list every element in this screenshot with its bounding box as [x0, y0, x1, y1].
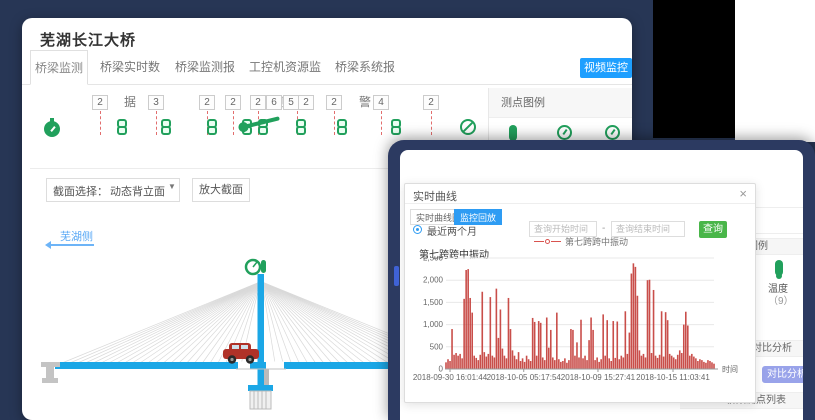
legend-marker-icon: [545, 239, 550, 244]
svg-text:2,500: 2,500: [423, 256, 444, 263]
stopwatch-icon: [44, 121, 60, 137]
range-separator: -: [602, 223, 605, 234]
scrollbar-thumb[interactable]: [394, 266, 399, 286]
tab-monitor-report[interactable]: 桥梁监测报告: [170, 50, 240, 85]
thermometer-icon: [261, 260, 266, 273]
sensor-count-badge: 2: [423, 95, 439, 110]
tab-system-alarm[interactable]: 桥梁系统报警: [330, 50, 400, 85]
vibration-chart: 05001,0001,5002,0002,5002018-09-30 16:01…: [405, 256, 757, 388]
sensor-count-badge: 2: [225, 95, 241, 110]
chain-link-icon: [161, 119, 171, 135]
video-monitor-button[interactable]: 视频监控: [580, 58, 632, 78]
tab-bridge-monitoring[interactable]: 桥梁监测: [30, 50, 88, 85]
sensor-count-badge: 5: [283, 95, 299, 110]
page-title: 芜湖长江大桥: [40, 29, 136, 50]
radio-last-two-months[interactable]: [413, 225, 422, 234]
sensor-count-badge: 2: [199, 95, 215, 110]
svg-text:2018-10-15 11:03:41: 2018-10-15 11:03:41: [636, 373, 710, 382]
chart-legend: 第七跨跨中振动: [405, 236, 757, 246]
chain-link-icon: [337, 119, 347, 135]
car: [223, 343, 259, 364]
dashed-line: [156, 111, 157, 135]
svg-text:时间: 时间: [722, 364, 738, 374]
dashed-line: [233, 111, 234, 135]
svg-text:2,000: 2,000: [423, 276, 444, 285]
divider: [405, 203, 755, 204]
enlarge-section-button[interactable]: 放大截面: [192, 178, 250, 202]
sensor-count-badge: 3: [148, 95, 164, 110]
sensor-count-badge: 2: [92, 95, 108, 110]
bridge-tower: [258, 274, 265, 387]
section-select-label: 截面选择：: [53, 183, 108, 199]
tab-realtime-data[interactable]: 桥梁实时数据: [95, 50, 165, 85]
chain-link-icon: [296, 119, 306, 135]
close-icon[interactable]: ×: [739, 186, 747, 201]
svg-text:500: 500: [430, 342, 444, 351]
realtime-curve-modal: 实时曲线 × 实时曲线图 监控回放 最近两个月 - 查询 第七跨跨中振动 第七跨…: [404, 183, 756, 403]
svg-text:2018-10-09 15:27:41: 2018-10-09 15:27:41: [561, 373, 636, 382]
tab-ipc-resource[interactable]: 工控机资源监测: [245, 50, 325, 85]
thermometer-icon: [509, 125, 517, 141]
chain-link-icon: [391, 119, 401, 135]
prohibition-icon: [460, 119, 476, 135]
sensor-count-badge: 2: [326, 95, 342, 110]
thermometer-icon: [775, 260, 783, 276]
pier-cap: [248, 385, 273, 391]
sensor-count-badge: 4: [373, 95, 389, 110]
pier-piles: [250, 391, 271, 409]
modal-title: 实时曲线: [413, 188, 457, 204]
svg-text:1,000: 1,000: [423, 320, 444, 329]
legend-label: 第七跨跨中振动: [565, 235, 628, 248]
gauge-icon: [605, 125, 620, 140]
dashed-line: [381, 111, 382, 135]
svg-text:2018-09-30 16:01:44: 2018-09-30 16:01:44: [413, 373, 488, 382]
section-select-value[interactable]: 动态背立面: [110, 183, 165, 199]
popup-window: 测点图例 温度 （9） 对比分析 对比分析 桥梁测点列表 实时曲线 × 实时曲线…: [400, 150, 803, 420]
black-overlay: [653, 0, 735, 138]
svg-text:2018-10-05 05:17:54: 2018-10-05 05:17:54: [487, 373, 562, 382]
temperature-count: （9）: [768, 292, 794, 307]
compare-analysis-button[interactable]: 对比分析: [762, 366, 803, 383]
dashed-line: [334, 111, 335, 135]
svg-text:1,500: 1,500: [423, 298, 444, 307]
sensor-count-badge: 2: [250, 95, 266, 110]
chain-link-icon: [117, 119, 127, 135]
chevron-down-icon[interactable]: ▼: [168, 182, 176, 191]
dashed-line: [100, 111, 101, 135]
sensor-count-badge: 2: [298, 95, 314, 110]
background-window: [735, 0, 815, 142]
chain-link-icon: [207, 119, 217, 135]
bridge-pier-column: [264, 369, 269, 386]
gauge-icon: [557, 125, 572, 140]
sensor-count-badge: 6: [266, 95, 282, 110]
left-abutment: [41, 362, 60, 383]
tab-bar: 桥梁监测 桥梁实时数据 桥梁监测报告 工控机资源监测 桥梁系统报警: [22, 50, 632, 85]
legend-panel-title: 测点图例: [489, 88, 632, 118]
popup-window-frame: 测点图例 温度 （9） 对比分析 对比分析 桥梁测点列表 实时曲线 × 实时曲线…: [388, 140, 815, 420]
dashed-line: [431, 111, 432, 135]
